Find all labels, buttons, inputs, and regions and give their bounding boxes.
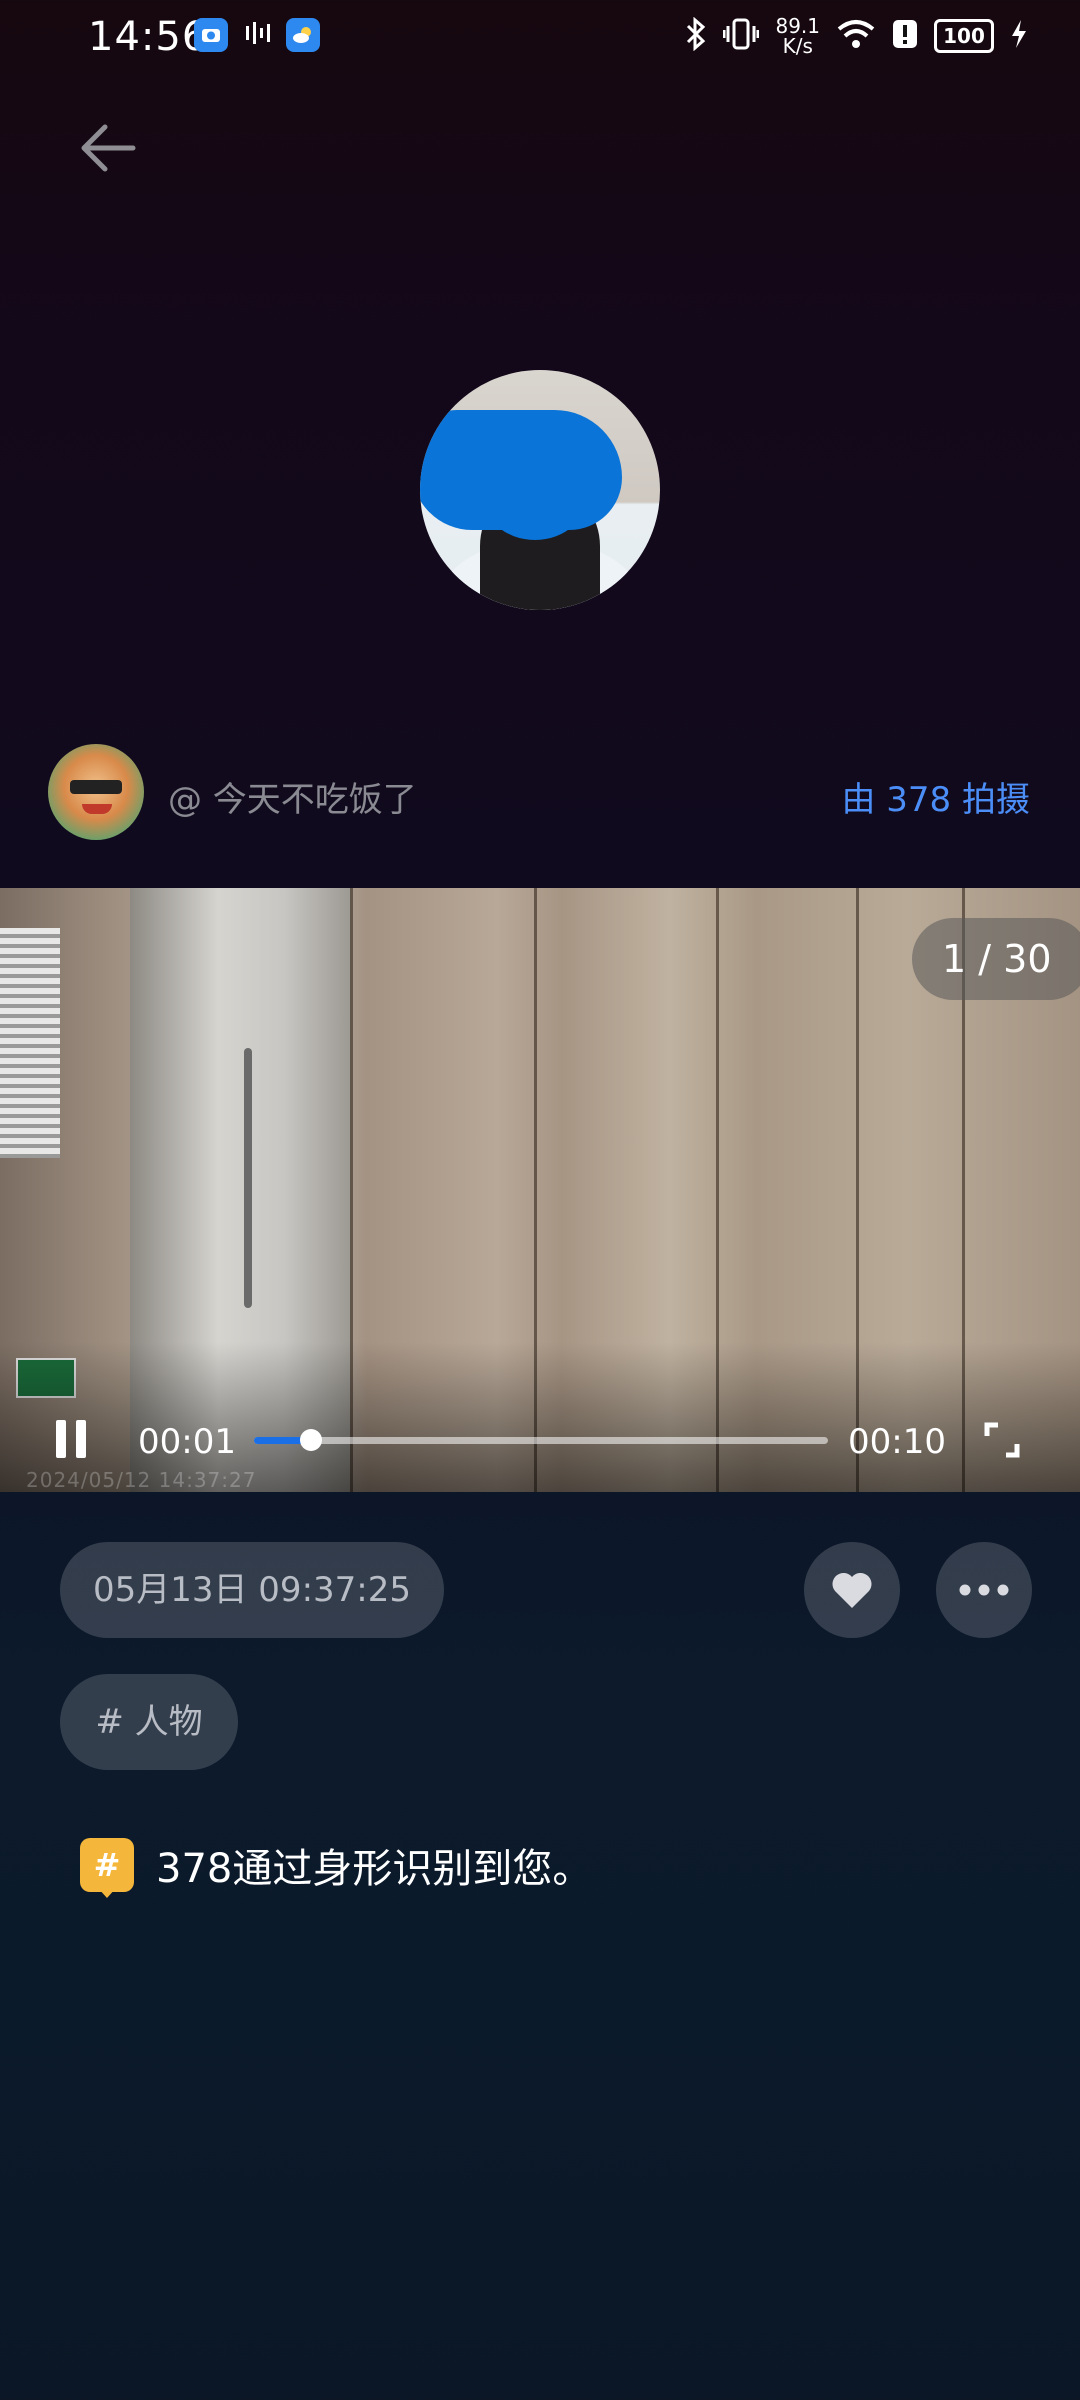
hashtag-icon: #: [80, 1838, 134, 1892]
pause-button[interactable]: [56, 1420, 96, 1460]
network-speed: 89.1 K/s: [775, 16, 820, 56]
author-name[interactable]: @ 今天不吃饭了: [168, 772, 417, 821]
network-speed-unit: K/s: [782, 34, 813, 58]
arrow-left-icon: [81, 124, 136, 172]
current-time: 00:01: [138, 1422, 236, 1462]
pause-icon: [56, 1420, 66, 1458]
progress-thumb[interactable]: [300, 1429, 322, 1451]
back-button[interactable]: [70, 110, 146, 186]
author-avatar[interactable]: [48, 744, 144, 840]
alert-icon: [892, 17, 918, 55]
more-dots-icon: [959, 1584, 1009, 1596]
bluetooth-icon: [685, 16, 707, 55]
wifi-icon: [836, 17, 876, 55]
shot-by-link[interactable]: 由 378 拍摄: [841, 772, 1030, 821]
air-vent: [0, 928, 60, 1158]
network-speed-value: 89.1: [775, 14, 820, 38]
status-time: 14:56: [88, 14, 209, 60]
date-chip: 05月13日 09:37:25: [60, 1542, 444, 1638]
heart-icon: [832, 1572, 872, 1608]
status-system-icons: 89.1 K/s 100: [685, 16, 1028, 56]
tag-person[interactable]: # 人物: [60, 1674, 238, 1770]
recognition-note: 378通过身形识别到您。: [156, 1846, 593, 1892]
charging-icon: [1010, 19, 1028, 53]
weather-app-icon: [286, 18, 320, 52]
camera-app-icon: [194, 18, 228, 52]
favorite-button[interactable]: [804, 1542, 900, 1638]
video-timestamp-watermark: 2024/05/12 14:37:27: [26, 1468, 257, 1492]
fullscreen-button[interactable]: [984, 1422, 1020, 1458]
more-button[interactable]: [936, 1542, 1032, 1638]
status-notification-icons: [194, 18, 320, 52]
audio-icon: [242, 18, 272, 52]
battery-indicator: 100: [934, 19, 994, 53]
page-counter: 1 / 30: [912, 918, 1080, 1000]
fullscreen-icon: [984, 1422, 1020, 1458]
total-time: 00:10: [848, 1422, 946, 1462]
recognized-person-photo[interactable]: [420, 370, 660, 610]
progress-track[interactable]: [254, 1437, 828, 1444]
vibrate-icon: [722, 17, 760, 55]
